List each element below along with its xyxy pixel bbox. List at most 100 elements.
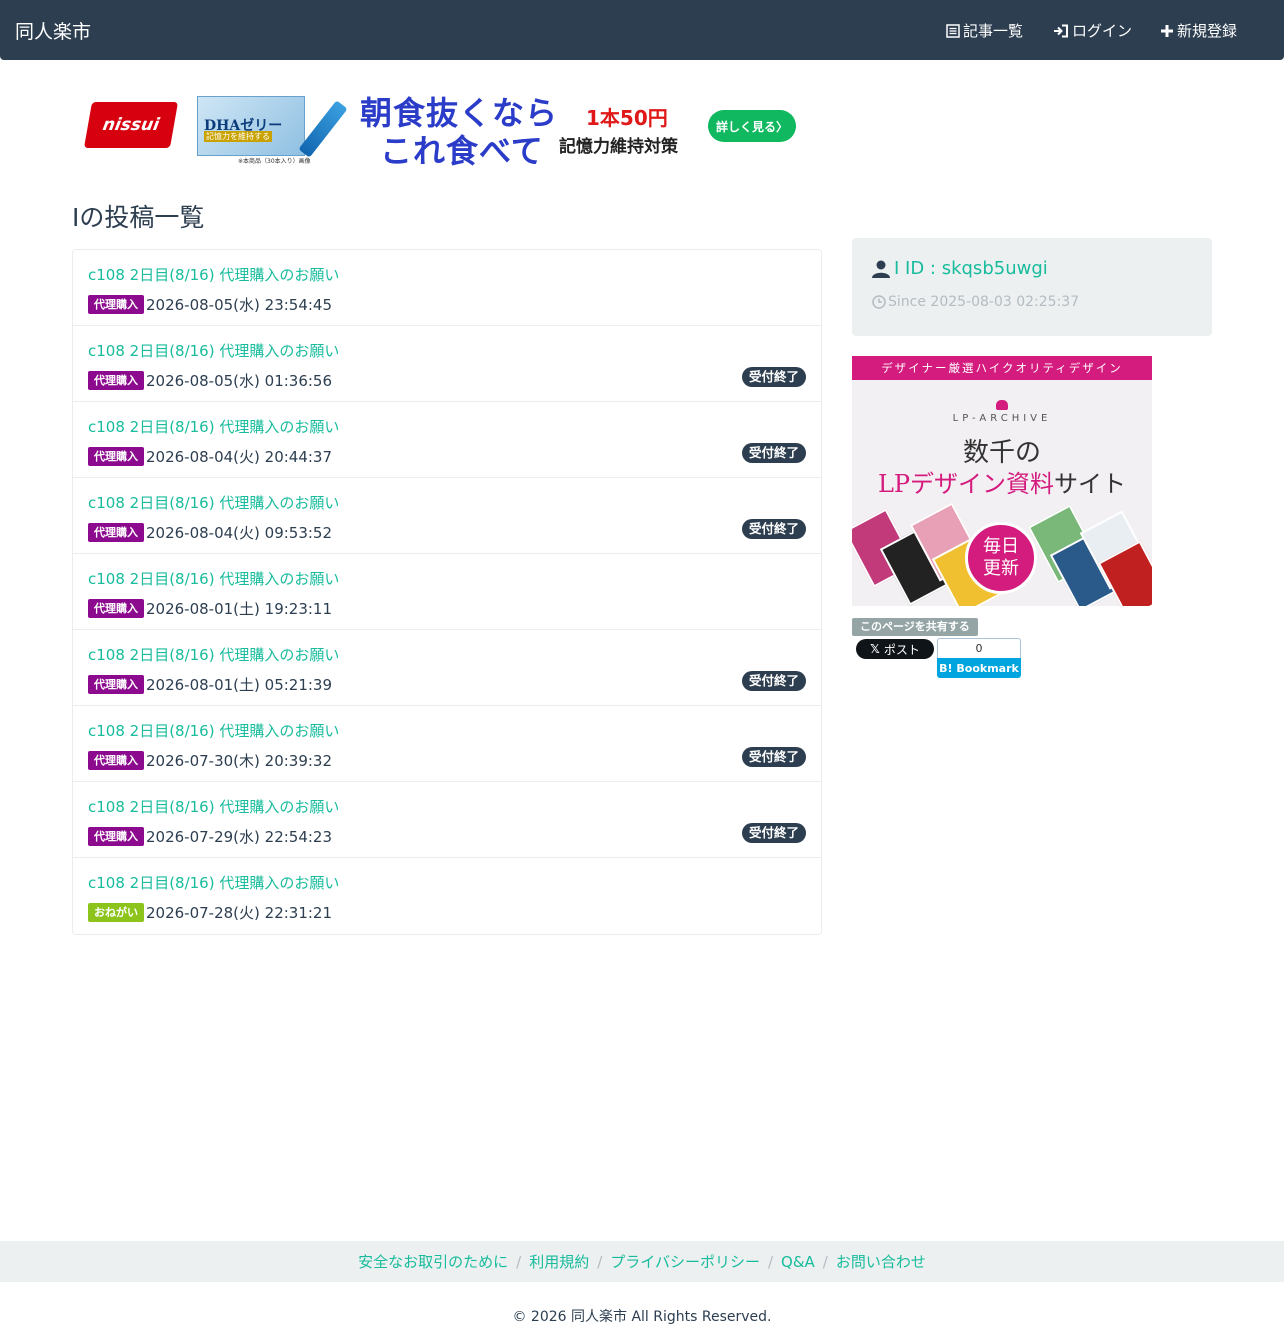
login-icon (1054, 24, 1068, 37)
post-category-label: 代理購入 (88, 675, 144, 694)
hatena-bookmark-button[interactable]: B! Bookmark (937, 658, 1021, 678)
post-category-label: 代理購入 (88, 371, 144, 390)
hatena-count: 0 (937, 638, 1021, 660)
post-date: 2026-08-04(火) 09:53:52 (146, 524, 333, 542)
x-icon: 𝕏 (870, 642, 880, 656)
list-icon (946, 23, 960, 38)
footer-separator: / (767, 1252, 774, 1271)
post-item: c108 2日目(8/16) 代理購入のお願い 代理購入 2026-08-04(火)… (73, 478, 821, 554)
footer-separator: / (516, 1252, 522, 1271)
post-date: 2026-08-01(土) 19:23:11 (146, 600, 333, 618)
ad-subtitle: 記憶力維持対策 (559, 137, 678, 157)
product-claim: 記憶力を維持する (204, 131, 272, 142)
status-badge: 受付終了 (741, 747, 806, 767)
ad-headline-2: これ食べて (380, 132, 544, 170)
nav-register-label: 新規登録 (1177, 22, 1238, 40)
post-item: c108 2日目(8/16) 代理購入のお願い おねがい 2026-07-28(火)… (73, 858, 821, 934)
post-title-link[interactable]: c108 2日目(8/16) 代理購入のお願い (88, 340, 339, 361)
profile-since-text: Since 2025-08-03 02:25:37 (888, 294, 1080, 310)
post-date: 2026-08-05(水) 01:36:56 (146, 372, 333, 390)
post-date: 2026-07-30(木) 20:39:32 (146, 752, 333, 770)
post-meta: 代理購入 2026-08-04(火) 09:53:52 (88, 522, 332, 543)
page-title: Iの投稿一覧 (72, 203, 205, 232)
post-meta: 代理購入 2026-08-04(火) 20:44:37 (88, 446, 332, 467)
nav-articles-label: 記事一覧 (963, 22, 1024, 40)
post-item: c108 2日目(8/16) 代理購入のお願い 代理購入 2026-07-29(水)… (73, 782, 821, 858)
status-badge: 受付終了 (741, 519, 806, 539)
lp-badge: 毎日 更新 (965, 522, 1037, 594)
post-category-label: 代理購入 (88, 523, 144, 542)
post-title-link[interactable]: c108 2日目(8/16) 代理購入のお願い (88, 796, 339, 817)
post-item: c108 2日目(8/16) 代理購入のお願い 代理購入 2026-08-01(土)… (73, 630, 821, 706)
post-meta: 代理購入 2026-08-05(水) 23:54:45 (88, 294, 332, 315)
post-date: 2026-07-29(水) 22:54:23 (146, 828, 333, 846)
nav-articles[interactable]: 記事一覧 (946, 20, 1023, 41)
x-post-button[interactable]: 𝕏 ポスト (856, 639, 934, 659)
post-category-label: 代理購入 (88, 447, 144, 466)
post-item: c108 2日目(8/16) 代理購入のお願い 代理購入 2026-08-01(土)… (73, 554, 821, 630)
footer-link[interactable]: 利用規約 (529, 1251, 589, 1272)
status-badge: 受付終了 (741, 671, 806, 691)
lp-top-text: デザイナー厳選ハイクオリティデザイン (852, 356, 1152, 380)
product-image: DHAゼリー 記憶力を維持する (195, 96, 305, 162)
plus-icon (1161, 24, 1173, 37)
lp-brand: LP-ARCHIVE (952, 413, 1052, 424)
post-meta: 代理購入 2026-08-01(土) 05:21:39 (88, 674, 332, 695)
navbar: 同人楽市 記事一覧 ログイン 新規登録 (0, 0, 1284, 60)
post-date: 2026-08-01(土) 05:21:39 (146, 676, 333, 694)
footer-link[interactable]: 安全なお取引のために (358, 1251, 508, 1272)
post-meta: 代理購入 2026-08-05(水) 01:36:56 (88, 370, 332, 391)
post-item: c108 2日目(8/16) 代理購入のお願い 代理購入 2026-08-05(水)… (73, 250, 821, 326)
lp-archive-banner[interactable]: デザイナー厳選ハイクオリティデザイン LP-ARCHIVE 数千の LPデザイン… (852, 356, 1152, 606)
post-category-label: 代理購入 (88, 599, 144, 618)
post-title-link[interactable]: c108 2日目(8/16) 代理購入のお願い (88, 492, 339, 513)
footer-links: 安全なお取引のために / 利用規約 / プライバシーポリシー / Q&A / お問い合わせ (0, 1241, 1284, 1282)
post-date: 2026-08-05(水) 23:54:45 (146, 296, 333, 314)
nissui-logo: nissui (80, 96, 182, 154)
post-title-link[interactable]: c108 2日目(8/16) 代理購入のお願い (88, 416, 339, 437)
ad-price: 1本50円 (586, 106, 668, 130)
product-stick-image (298, 100, 348, 158)
status-badge: 受付終了 (741, 823, 806, 843)
profile-since: Since 2025-08-03 02:25:37 (872, 294, 1079, 310)
post-title-link[interactable]: c108 2日目(8/16) 代理購入のお願い (88, 872, 339, 893)
post-date: 2026-07-28(火) 22:31:21 (146, 904, 333, 922)
status-badge: 受付終了 (741, 367, 806, 387)
post-title-link[interactable]: c108 2日目(8/16) 代理購入のお願い (88, 568, 339, 589)
post-meta: 代理購入 2026-07-29(水) 22:54:23 (88, 826, 332, 847)
footer-separator: / (597, 1252, 603, 1271)
lp-main-2: LPデザイン資料サイト (877, 470, 1127, 498)
post-meta: 代理購入 2026-07-30(木) 20:39:32 (88, 750, 332, 771)
post-item: c108 2日目(8/16) 代理購入のお願い 代理購入 2026-07-30(木)… (73, 706, 821, 782)
profile-id: I ID : skqsb5uwgi (872, 258, 1048, 279)
share-label: このページを共有する (852, 618, 978, 636)
post-meta: おねがい 2026-07-28(火) 22:31:21 (88, 902, 332, 923)
product-note: ※本商品（30本入り）画像 (238, 158, 311, 165)
profile-panel: I ID : skqsb5uwgi Since 2025-08-03 02:25… (852, 238, 1212, 336)
footer-link[interactable]: Q&A (781, 1253, 815, 1271)
status-badge: 受付終了 (741, 443, 806, 463)
site-brand[interactable]: 同人楽市 (15, 17, 91, 44)
post-title-link[interactable]: c108 2日目(8/16) 代理購入のお願い (88, 644, 339, 665)
ad-cta-button[interactable]: 詳しく見る〉 (708, 110, 796, 142)
ad-banner[interactable]: nissui DHAゼリー 記憶力を維持する ※本商品（30本入り）画像 朝食抜… (80, 84, 800, 170)
post-item: c108 2日目(8/16) 代理購入のお願い 代理購入 2026-08-05(水)… (73, 326, 821, 402)
footer-link[interactable]: プライバシーポリシー (610, 1251, 760, 1272)
post-category-label: 代理購入 (88, 827, 144, 846)
post-category-label: 代理購入 (88, 751, 144, 770)
profile-id-text: I ID : skqsb5uwgi (894, 258, 1048, 279)
user-icon (872, 260, 890, 278)
heart-icon (996, 400, 1008, 410)
footer-separator: / (822, 1252, 828, 1271)
post-item: c108 2日目(8/16) 代理購入のお願い 代理購入 2026-08-04(火)… (73, 402, 821, 478)
post-title-link[interactable]: c108 2日目(8/16) 代理購入のお願い (88, 720, 339, 741)
copyright: © 2026 同人楽市 All Rights Reserved. (512, 1309, 772, 1325)
post-list: c108 2日目(8/16) 代理購入のお願い 代理購入 2026-08-05(水)… (72, 249, 822, 935)
clock-icon (872, 295, 886, 309)
post-title-link[interactable]: c108 2日目(8/16) 代理購入のお願い (88, 264, 339, 285)
nav-login-label: ログイン (1072, 22, 1133, 40)
nav-login[interactable]: ログイン (1053, 20, 1132, 41)
nav-register[interactable]: 新規登録 (1160, 20, 1237, 41)
nissui-logo-text: nissui (101, 115, 161, 135)
footer-link[interactable]: お問い合わせ (836, 1251, 926, 1272)
